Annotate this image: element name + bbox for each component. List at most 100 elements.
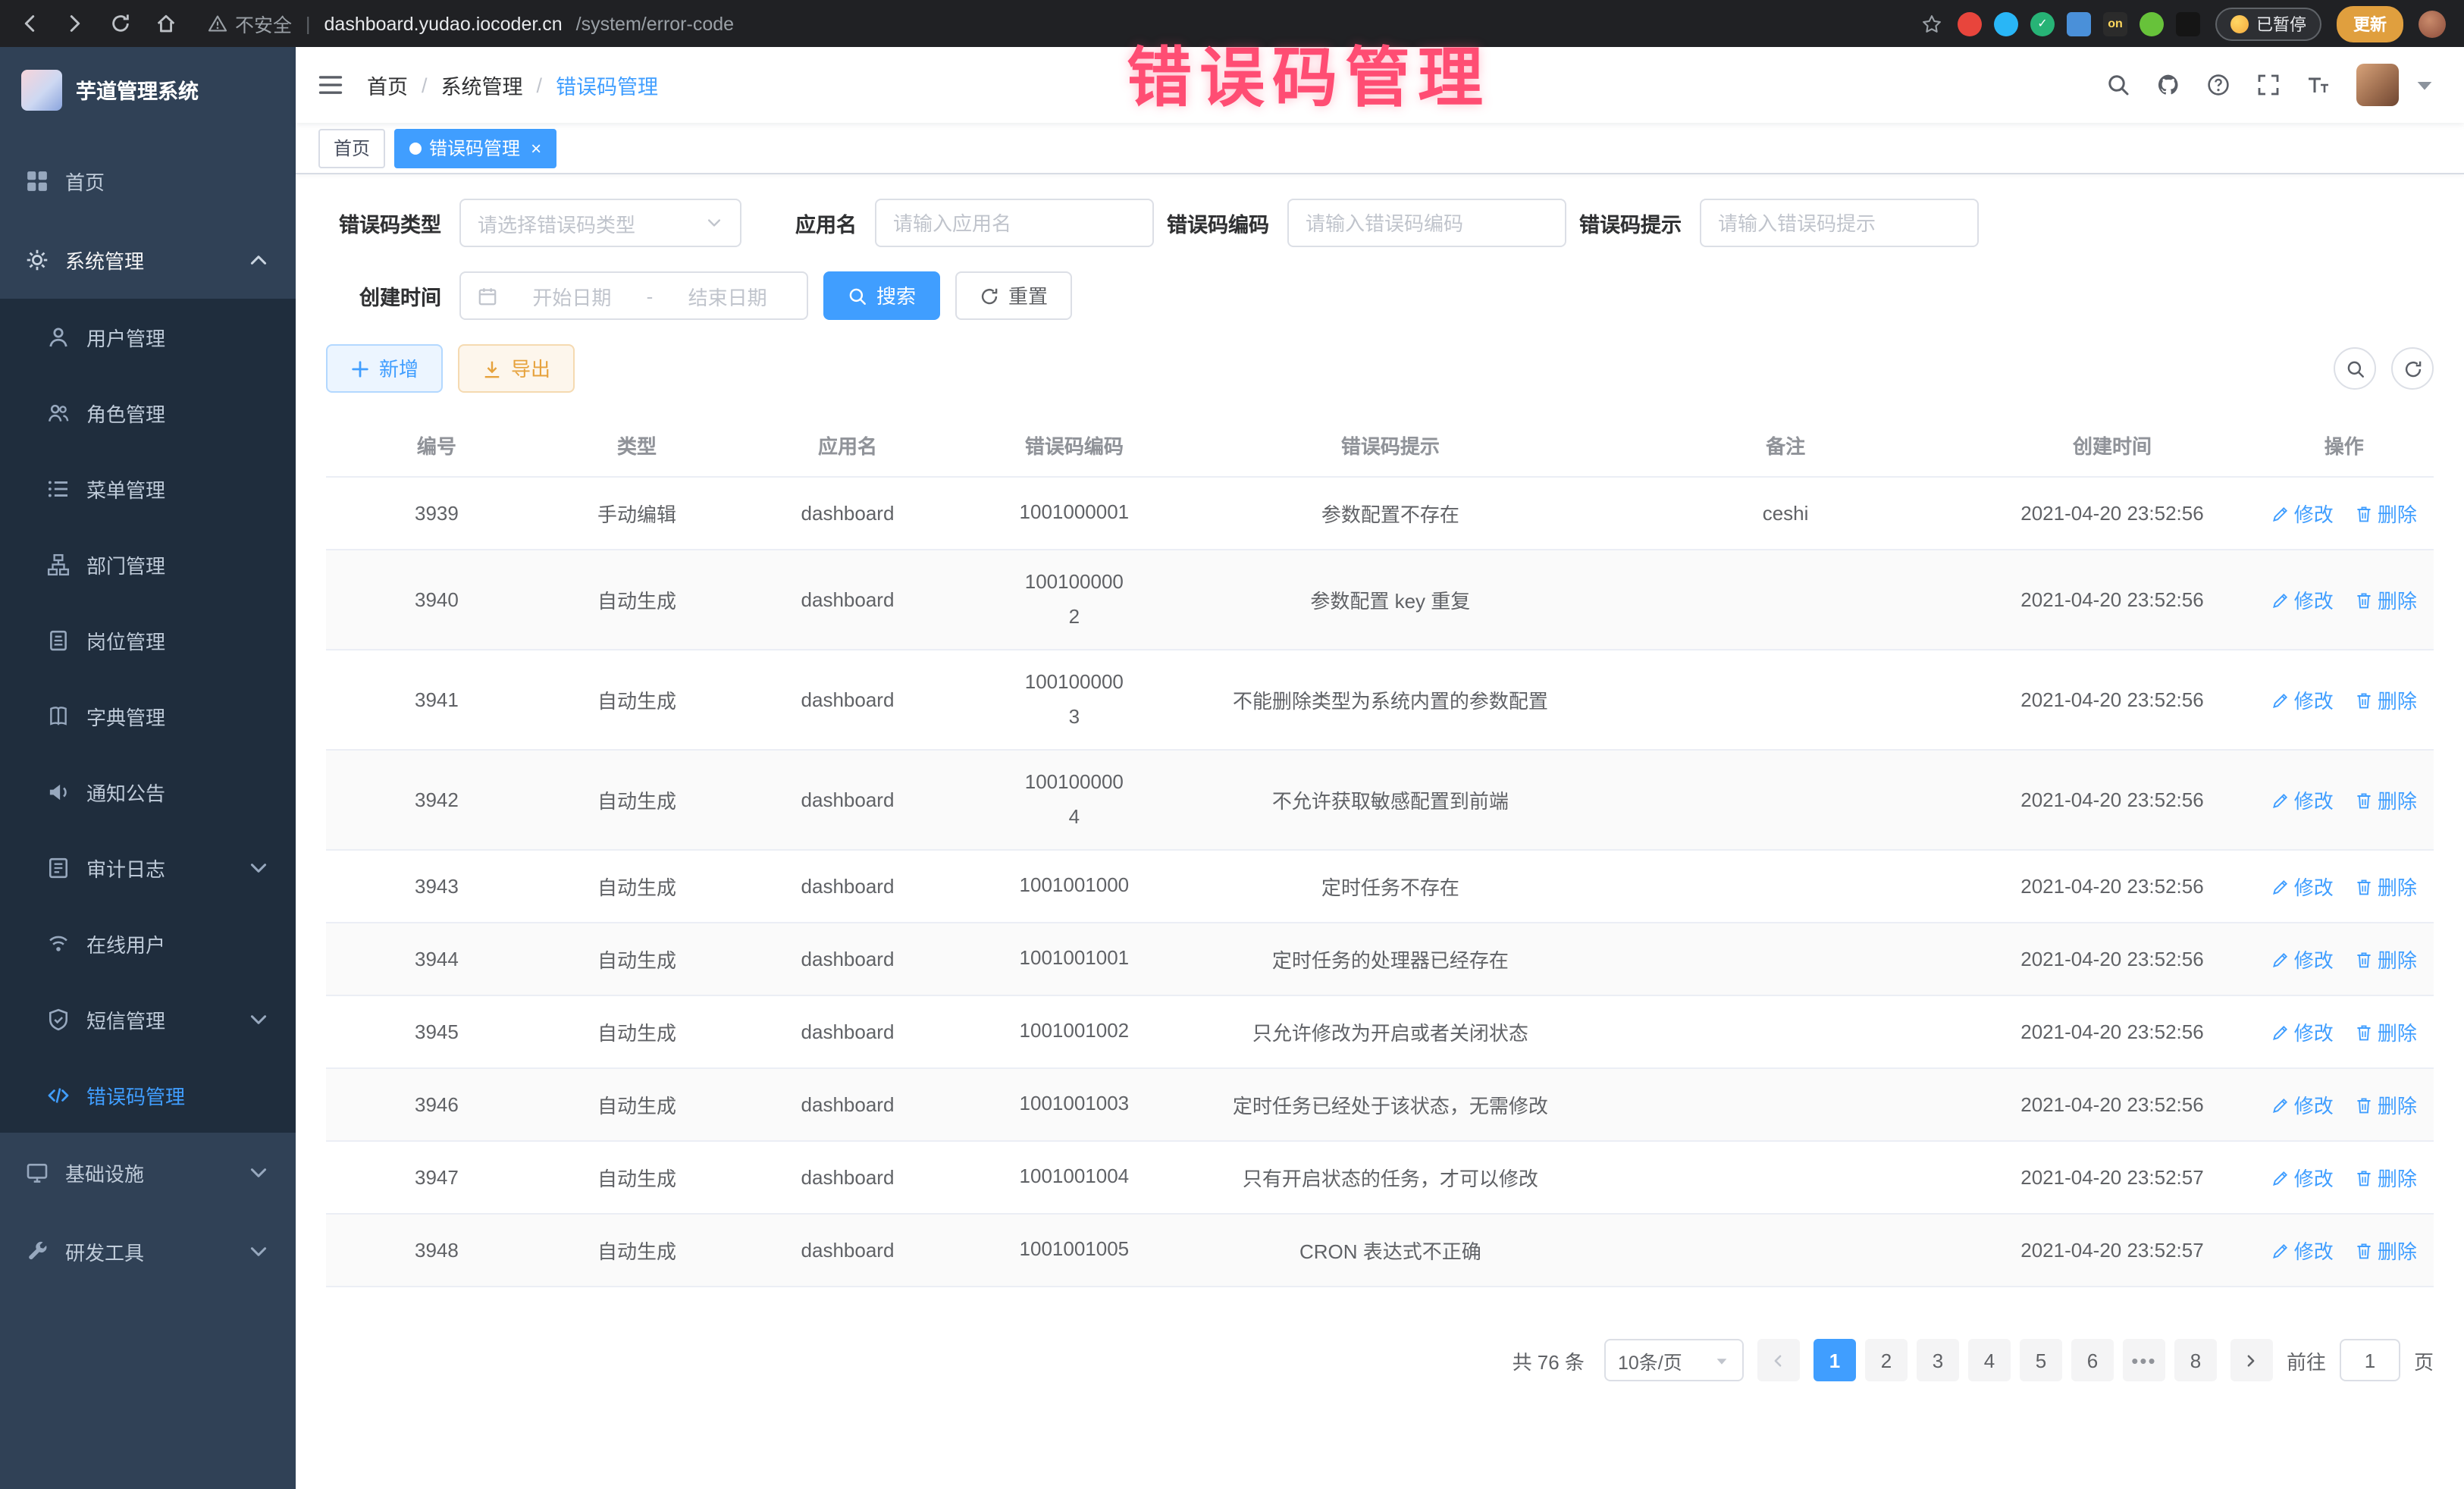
sidebar-item-user[interactable]: 用户管理 — [0, 299, 296, 375]
pager-page-5[interactable]: 5 — [2020, 1339, 2062, 1381]
error-type-select[interactable]: 请选择错误码类型 — [459, 199, 741, 247]
browser-profile-avatar[interactable] — [2419, 10, 2446, 37]
delete-link[interactable]: 删除 — [2355, 585, 2417, 614]
sidebar-item-audit-log[interactable]: 审计日志 — [0, 829, 296, 905]
edit-link[interactable]: 修改 — [2271, 1163, 2334, 1192]
sidebar-item-notice[interactable]: 通知公告 — [0, 754, 296, 829]
delete-icon — [2355, 1096, 2373, 1114]
sidebar-item-sms[interactable]: 短信管理 — [0, 981, 296, 1057]
pager-page-6[interactable]: 6 — [2071, 1339, 2114, 1381]
goto-page-input[interactable] — [2340, 1339, 2400, 1381]
edit-link[interactable]: 修改 — [2271, 1017, 2334, 1046]
user-avatar[interactable] — [2356, 64, 2399, 106]
pager-page-1[interactable]: 1 — [1814, 1339, 1856, 1381]
sidebar-item-menu[interactable]: 菜单管理 — [0, 450, 296, 526]
hamburger-icon[interactable] — [317, 71, 344, 99]
extension-red-circle-icon[interactable] — [1958, 11, 1982, 36]
extension-blue-drop-icon[interactable] — [1994, 11, 2018, 36]
cell-msg: 定时任务的处理器已经存在 — [1180, 923, 1601, 995]
sidebar-item-dept[interactable]: 部门管理 — [0, 526, 296, 602]
security-indicator[interactable]: 不安全 — [208, 9, 292, 38]
delete-link[interactable]: 删除 — [2355, 872, 2417, 901]
caret-down-icon[interactable] — [2412, 73, 2437, 97]
back-icon[interactable] — [18, 12, 41, 35]
edit-link[interactable]: 修改 — [2271, 685, 2334, 714]
pager-page-3[interactable]: 3 — [1917, 1339, 1959, 1381]
tag-error-code[interactable]: 错误码管理 × — [394, 128, 556, 168]
delete-link[interactable]: 删除 — [2355, 1017, 2417, 1046]
forward-icon[interactable] — [64, 12, 86, 35]
help-icon[interactable] — [2206, 73, 2230, 97]
sidebar-item-post[interactable]: 岗位管理 — [0, 602, 296, 678]
edit-icon — [2271, 1241, 2290, 1259]
navbar-right — [2106, 64, 2437, 106]
edit-link[interactable]: 修改 — [2271, 585, 2334, 614]
browser-update-button[interactable]: 更新 — [2337, 5, 2403, 42]
sidebar-item-system[interactable]: 系统管理 — [0, 220, 296, 299]
search-button[interactable]: 搜索 — [823, 271, 940, 320]
extension-black-pin-icon[interactable] — [2176, 11, 2200, 36]
extension-blue-grid-icon[interactable] — [2067, 11, 2091, 36]
pager-page-2[interactable]: 2 — [1865, 1339, 1908, 1381]
app-name-input[interactable] — [875, 199, 1154, 247]
error-code-input[interactable] — [1287, 199, 1566, 247]
date-range-separator: - — [647, 284, 654, 307]
export-button[interactable]: 导出 — [458, 344, 575, 393]
paused-extension-badge[interactable]: 已暂停 — [2215, 7, 2321, 40]
pager-page-8[interactable]: 8 — [2174, 1339, 2217, 1381]
extension-green-leaf-icon[interactable] — [2140, 11, 2164, 36]
create-time-range-picker[interactable]: 开始日期 - 结束日期 — [459, 271, 808, 320]
delete-link[interactable]: 删除 — [2355, 1236, 2417, 1265]
cell-remark — [1601, 995, 1970, 1068]
table-row: 3946自动生成dashboard1001001003定时任务已经处于该状态，无… — [326, 1068, 2434, 1141]
bookmark-star-icon[interactable] — [1921, 13, 1942, 34]
edit-link[interactable]: 修改 — [2271, 872, 2334, 901]
sidebar-item-role[interactable]: 角色管理 — [0, 375, 296, 450]
sidebar-item-error-code[interactable]: 错误码管理 — [0, 1057, 296, 1133]
breadcrumb-home[interactable]: 首页 — [367, 70, 408, 100]
delete-link[interactable]: 删除 — [2355, 945, 2417, 973]
edit-link[interactable]: 修改 — [2271, 1090, 2334, 1119]
reload-icon[interactable] — [109, 12, 132, 35]
extension-green-check-icon[interactable]: ✓ — [2030, 11, 2055, 36]
add-button[interactable]: 新增 — [326, 344, 443, 393]
delete-link[interactable]: 删除 — [2355, 1090, 2417, 1119]
sidebar-item-dict[interactable]: 字典管理 — [0, 678, 296, 754]
font-size-icon[interactable] — [2306, 73, 2331, 97]
table-row: 3939手动编辑dashboard1001000001参数配置不存在ceshi2… — [326, 477, 2434, 550]
sidebar-item-home[interactable]: 首页 — [0, 141, 296, 220]
breadcrumb-system[interactable]: 系统管理 — [441, 70, 523, 100]
delete-link[interactable]: 删除 — [2355, 785, 2417, 814]
delete-link[interactable]: 删除 — [2355, 685, 2417, 714]
cell-msg: 不允许获取敏感配置到前端 — [1180, 750, 1601, 850]
home-icon[interactable] — [155, 12, 177, 35]
extension-on-badge-icon[interactable]: on — [2103, 11, 2127, 36]
edit-link[interactable]: 修改 — [2271, 945, 2334, 973]
page-size-select[interactable]: 10条/页 — [1604, 1339, 1744, 1381]
edit-link[interactable]: 修改 — [2271, 1236, 2334, 1265]
sidebar-logo[interactable]: 芋道管理系统 — [0, 47, 296, 132]
sidebar-item-dev-tools[interactable]: 研发工具 — [0, 1212, 296, 1290]
reset-button[interactable]: 重置 — [955, 271, 1072, 320]
search-icon[interactable] — [2106, 73, 2130, 97]
tag-close-icon[interactable]: × — [531, 139, 541, 157]
error-msg-input[interactable] — [1700, 199, 1979, 247]
edit-link[interactable]: 修改 — [2271, 785, 2334, 814]
sidebar-item-online-user[interactable]: 在线用户 — [0, 905, 296, 981]
fullscreen-icon[interactable] — [2256, 73, 2281, 97]
next-page-button[interactable] — [2230, 1339, 2273, 1381]
edit-link[interactable]: 修改 — [2271, 499, 2334, 528]
refresh-table-button[interactable] — [2391, 347, 2434, 390]
delete-link[interactable]: 删除 — [2355, 499, 2417, 528]
cell-msg: 定时任务不存在 — [1180, 850, 1601, 923]
pager-more-button[interactable]: ••• — [2123, 1339, 2165, 1381]
pager-page-4[interactable]: 4 — [1968, 1339, 2011, 1381]
delete-link[interactable]: 删除 — [2355, 1163, 2417, 1192]
tag-home[interactable]: 首页 — [318, 128, 385, 168]
sidebar-item-infra[interactable]: 基础设施 — [0, 1133, 296, 1212]
cell-code: 1001001002 — [969, 995, 1180, 1068]
address-bar[interactable]: 不安全 | dashboard.yudao.iocoder.cn/system/… — [208, 9, 1903, 38]
prev-page-button[interactable] — [1757, 1339, 1800, 1381]
show-search-button[interactable] — [2334, 347, 2376, 390]
github-icon[interactable] — [2156, 73, 2180, 97]
